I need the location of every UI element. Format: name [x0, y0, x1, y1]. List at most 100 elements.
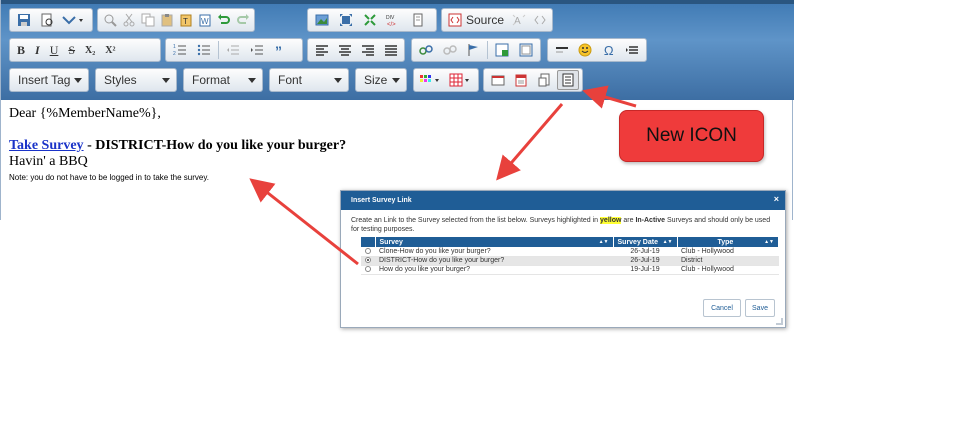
align-right-icon[interactable] — [357, 40, 378, 60]
insert-table-image-icon[interactable] — [491, 40, 513, 60]
date-cell: 19-Jul-19 — [613, 265, 677, 275]
insert-survey-link-icon[interactable] — [557, 70, 579, 90]
column-header-survey[interactable]: Survey ▲▼ — [375, 237, 614, 247]
align-center-icon[interactable] — [334, 40, 355, 60]
underline-button[interactable]: U — [46, 40, 63, 60]
document-icon[interactable] — [534, 70, 555, 90]
greeting-text: Dear {%MemberName%}, — [9, 106, 161, 121]
paste-text-icon[interactable]: T — [177, 10, 194, 30]
text-color-icon[interactable] — [417, 70, 445, 90]
survey-cell: DISTRICT-How do you like your burger? — [375, 256, 613, 266]
redo-icon[interactable] — [234, 10, 251, 30]
row-radio-cell[interactable] — [361, 265, 375, 275]
size-dropdown[interactable]: Size — [355, 68, 407, 92]
survey-headline: Take Survey - DISTRICT-How do you like y… — [9, 138, 346, 154]
toolbar-separator — [218, 41, 219, 59]
align-left-icon[interactable] — [311, 40, 332, 60]
svg-text:</>: </> — [387, 22, 396, 27]
paste-word-icon[interactable]: W — [196, 10, 213, 30]
column-header-date[interactable]: Survey Date ▲▼ — [613, 237, 678, 247]
svg-text:A: A — [514, 16, 521, 27]
paste-icon[interactable] — [158, 10, 175, 30]
bulleted-list-icon[interactable] — [193, 40, 215, 60]
toolbar-group-custom — [483, 68, 583, 92]
dialog-title: Insert Survey Link — [351, 197, 412, 204]
resize-handle-icon[interactable] — [776, 318, 783, 325]
code-snippet-icon[interactable] — [530, 10, 549, 30]
div-container-icon[interactable]: DIV </> — [383, 10, 405, 30]
survey-table: Survey ▲▼ Survey Date ▲▼ Type ▲▼ Clone-How … — [361, 237, 779, 275]
table-row[interactable]: How do you like your burger? 19-Jul-19 C… — [361, 265, 779, 275]
toolbar-group-source: Source A — [441, 8, 553, 32]
form-field-icon[interactable] — [487, 70, 508, 90]
superscript-button[interactable]: X² — [101, 40, 119, 60]
insert-tag-dropdown[interactable]: Insert Tag — [9, 68, 89, 92]
styles-dropdown[interactable]: Styles — [95, 68, 177, 92]
special-char-omega-icon[interactable]: Ω — [598, 40, 620, 60]
page-break-insert-icon[interactable] — [622, 40, 644, 60]
font-label: Font — [278, 73, 303, 87]
table-row[interactable]: Clone-How do you like your burger? 26-Ju… — [361, 247, 779, 257]
table-icon[interactable] — [447, 70, 475, 90]
toolbar-group-links — [411, 38, 541, 62]
show-blocks-icon[interactable] — [359, 10, 381, 30]
blockquote-icon[interactable]: ” — [270, 40, 292, 60]
save-button[interactable]: Save — [745, 299, 775, 317]
row-radio-cell[interactable] — [361, 247, 375, 257]
align-justify-icon[interactable] — [380, 40, 401, 60]
font-dropdown[interactable]: Font — [269, 68, 349, 92]
subscript-button[interactable]: X₂ — [81, 40, 99, 60]
radio-button-selected[interactable] — [365, 257, 371, 264]
format-dropdown[interactable]: Format — [183, 68, 263, 92]
iframe-icon[interactable] — [515, 40, 537, 60]
sort-icon: ▲▼ — [662, 238, 673, 245]
table-row-selected[interactable]: DISTRICT-How do you like your burger? 26… — [361, 256, 779, 266]
insert-tag-label: Insert Tag — [18, 73, 71, 87]
editor-content[interactable]: Dear {%MemberName%}, Take Survey - DISTR… — [9, 106, 346, 182]
preview-icon[interactable] — [36, 10, 57, 30]
cancel-button[interactable]: Cancel — [703, 299, 741, 317]
indent-icon[interactable] — [246, 40, 268, 60]
anchor-flag-icon[interactable] — [463, 40, 485, 60]
take-survey-link[interactable]: Take Survey — [9, 138, 84, 153]
toolbar-top-strip — [1, 0, 794, 4]
outdent-icon[interactable] — [222, 40, 244, 60]
radio-button[interactable] — [365, 266, 371, 273]
templates-dropdown-icon[interactable] — [60, 10, 89, 30]
toolbar-group-paragraph: 12 ” — [165, 38, 303, 62]
editor-toolbar: T W DIV </> Source A B I U S X₂ X² 1 2 ”… — [1, 0, 794, 100]
column-header-type[interactable]: Type ▲▼ — [677, 237, 779, 247]
calendar-icon[interactable] — [510, 70, 531, 90]
source-button[interactable]: Source — [444, 13, 508, 27]
type-cell: Club - Hollywood — [677, 247, 779, 257]
save-icon[interactable] — [13, 10, 34, 30]
autocorrect-icon[interactable]: A — [509, 10, 528, 30]
undo-icon[interactable] — [215, 10, 232, 30]
italic-button[interactable]: I — [31, 40, 44, 60]
maximize-icon[interactable] — [335, 10, 357, 30]
callout-text: New ICON — [646, 125, 737, 146]
image-icon[interactable] — [311, 10, 333, 30]
format-label: Format — [192, 73, 231, 87]
copy-icon[interactable] — [139, 10, 156, 30]
radio-button[interactable] — [365, 247, 371, 254]
date-cell: 26-Jul-19 — [613, 256, 677, 266]
toolbar-group-insert: DIV </> — [307, 8, 437, 32]
unlink-icon[interactable] — [439, 40, 461, 60]
horizontal-rule-icon[interactable] — [551, 40, 573, 60]
row-radio-cell[interactable] — [361, 256, 375, 266]
close-icon[interactable]: × — [774, 194, 779, 204]
link-icon[interactable] — [415, 40, 437, 60]
smiley-icon[interactable] — [575, 40, 597, 60]
chevron-down-icon — [162, 78, 170, 83]
page-break-icon[interactable] — [407, 10, 429, 30]
numbered-list-icon[interactable]: 12 — [169, 40, 191, 60]
strike-button[interactable]: S — [64, 40, 79, 60]
chevron-down-icon — [248, 78, 256, 83]
bold-button[interactable]: B — [13, 40, 29, 60]
survey-cell: Clone-How do you like your burger? — [375, 247, 613, 257]
source-icon — [448, 13, 462, 27]
toolbar-group-basicstyles: B I U S X₂ X² — [9, 38, 161, 62]
find-icon[interactable] — [101, 10, 118, 30]
cut-icon[interactable] — [120, 10, 137, 30]
